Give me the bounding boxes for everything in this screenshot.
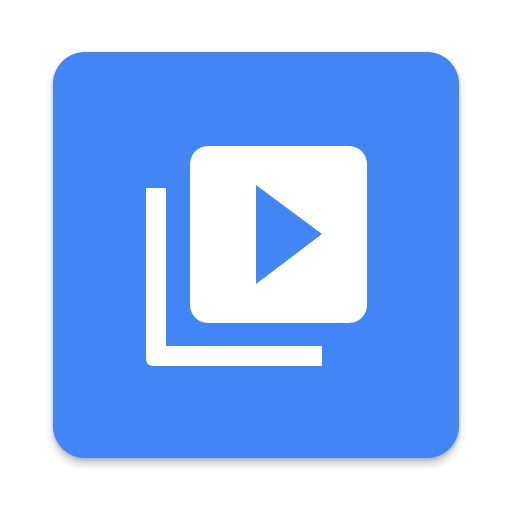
video-library-icon xyxy=(146,146,367,366)
icon-canvas xyxy=(0,0,512,512)
app-icon-tile[interactable] xyxy=(53,52,459,458)
